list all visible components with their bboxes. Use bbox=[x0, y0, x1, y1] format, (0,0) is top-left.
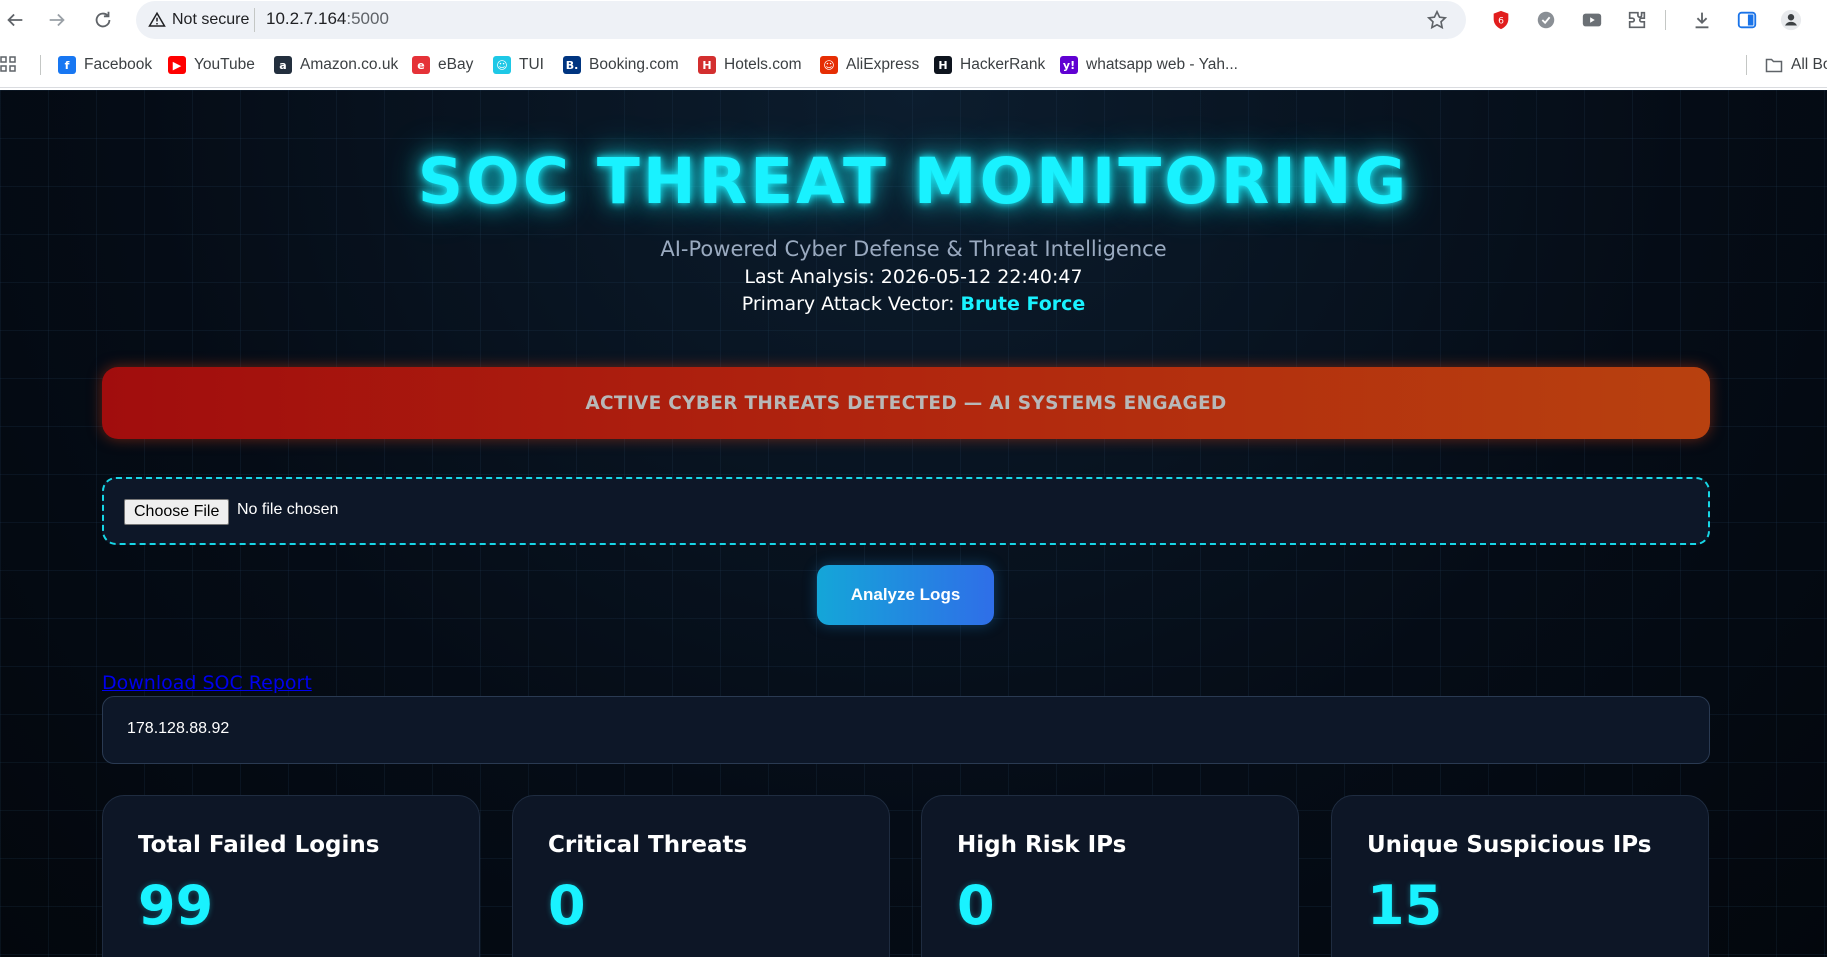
facebook-icon: f bbox=[58, 56, 76, 74]
bookmark-label: HackerRank bbox=[960, 56, 1046, 73]
alert-text: ACTIVE CYBER THREATS DETECTED — AI SYSTE… bbox=[585, 392, 1227, 414]
ebay-icon: e bbox=[412, 56, 430, 74]
bookmarks-separator bbox=[1746, 55, 1747, 75]
yahoo-icon: y! bbox=[1060, 56, 1078, 74]
bookmark-label: TUI bbox=[519, 56, 544, 73]
last-analysis-label: Last Analysis: bbox=[744, 266, 881, 288]
attack-vector-value: Brute Force bbox=[960, 293, 1086, 315]
apps-grid-icon[interactable] bbox=[0, 54, 18, 76]
bookmark-item[interactable]: ☺ TUI bbox=[493, 54, 544, 76]
ip-select[interactable]: 178.128.88.92 bbox=[102, 696, 1710, 764]
stat-label: High Risk IPs bbox=[957, 832, 1127, 858]
bookmark-item[interactable]: y! whatsapp web - Yah... bbox=[1060, 54, 1238, 76]
all-bookmarks-folder[interactable]: All Bo bbox=[1765, 54, 1827, 76]
bookmark-item[interactable]: H Hotels.com bbox=[698, 54, 802, 76]
bookmark-label: eBay bbox=[438, 56, 474, 73]
security-label: Not secure bbox=[172, 11, 250, 28]
bookmarks-bar: All Bo f Facebook ▶ YouTube a Amazon.co.uk eeB… bbox=[0, 42, 1827, 88]
choose-file-button[interactable]: Choose File bbox=[124, 499, 230, 525]
stat-card-total-failed-logins: Total Failed Logins 99 bbox=[102, 795, 480, 957]
bookmark-star-icon[interactable] bbox=[1423, 6, 1451, 34]
bookmark-label: YouTube bbox=[194, 56, 255, 73]
security-chip[interactable]: Not secure bbox=[148, 7, 249, 33]
page-subtitle: AI-Powered Cyber Defense & Threat Intell… bbox=[660, 237, 1167, 261]
stat-label: Total Failed Logins bbox=[138, 832, 380, 858]
warning-triangle-icon bbox=[148, 11, 166, 27]
log-upload-box: Choose File No file chosen bbox=[102, 477, 1710, 545]
bookmark-label: Facebook bbox=[84, 56, 153, 73]
stat-value: 99 bbox=[138, 874, 214, 937]
bookmark-label: Hotels.com bbox=[724, 56, 802, 73]
side-panel-icon[interactable] bbox=[1733, 6, 1761, 34]
extensions-puzzle-icon[interactable] bbox=[1623, 6, 1651, 34]
bookmark-item[interactable]: ☺ AliExpress bbox=[820, 54, 919, 76]
all-bookmarks-label: All Bo bbox=[1791, 56, 1827, 73]
reload-icon[interactable] bbox=[88, 5, 118, 35]
download-report-link[interactable]: Download SOC Report bbox=[102, 672, 312, 694]
shield-extension-icon[interactable]: 6 bbox=[1487, 6, 1515, 34]
stat-card-high-risk-ips: High Risk IPs 0 bbox=[921, 795, 1299, 957]
profile-avatar-icon[interactable] bbox=[1777, 6, 1805, 34]
stat-card-unique-suspicious-ips: Unique Suspicious IPs 15 bbox=[1331, 795, 1709, 957]
bookmark-item[interactable]: B. Booking.com bbox=[563, 54, 679, 76]
bookmark-item[interactable]: ▶ YouTube bbox=[168, 54, 255, 76]
video-extension-icon[interactable] bbox=[1578, 6, 1606, 34]
bookmark-item[interactable]: f Facebook bbox=[58, 54, 152, 76]
settings-extension-icon[interactable] bbox=[1532, 6, 1560, 34]
amazon-icon: a bbox=[274, 56, 292, 74]
attack-vector-label: Primary Attack Vector: bbox=[741, 293, 961, 315]
download-icon[interactable] bbox=[1688, 6, 1716, 34]
chip-divider bbox=[254, 8, 255, 32]
bookmarks-separator bbox=[40, 55, 41, 75]
url-text[interactable]: 10.2.7.164:5000 bbox=[266, 9, 389, 29]
forward-icon[interactable] bbox=[42, 5, 72, 35]
bookmark-item[interactable]: H HackerRank bbox=[934, 54, 1045, 76]
youtube-icon: ▶ bbox=[168, 56, 186, 74]
stat-value: 0 bbox=[957, 874, 995, 937]
toolbar-separator bbox=[1665, 10, 1666, 30]
stat-card-critical-threats: Critical Threats 0 bbox=[512, 795, 890, 957]
file-status: No file chosen bbox=[237, 501, 339, 518]
browser-toolbar: Not secure 10.2.7.164:5000 6 bbox=[0, 0, 1827, 42]
last-analysis-value: 2026-05-12 22:40:47 bbox=[880, 266, 1083, 288]
url-port: :5000 bbox=[346, 9, 389, 28]
bookmark-item[interactable]: e eBay bbox=[412, 54, 473, 76]
bookmark-label: Booking.com bbox=[589, 56, 679, 73]
primary-attack-vector: Primary Attack Vector: Brute Force bbox=[0, 293, 1827, 315]
svg-text:6: 6 bbox=[1498, 16, 1504, 27]
back-icon[interactable] bbox=[0, 5, 30, 35]
aliexpress-icon: ☺ bbox=[820, 56, 838, 74]
stat-value: 0 bbox=[548, 874, 586, 937]
stat-label: Critical Threats bbox=[548, 832, 748, 858]
hotels-icon: H bbox=[698, 56, 716, 74]
bookmark-item[interactable]: a Amazon.co.uk bbox=[274, 54, 398, 76]
bookmark-label: whatsapp web - Yah... bbox=[1086, 56, 1238, 73]
booking-icon: B. bbox=[563, 56, 581, 74]
stat-label: Unique Suspicious IPs bbox=[1367, 832, 1652, 858]
hackerrank-icon: H bbox=[934, 56, 952, 74]
tui-icon: ☺ bbox=[493, 56, 511, 74]
bookmark-label: AliExpress bbox=[846, 56, 920, 73]
url-host: 10.2.7.164 bbox=[266, 9, 347, 28]
stat-value: 15 bbox=[1367, 874, 1443, 937]
last-analysis: Last Analysis: 2026-05-12 22:40:47 bbox=[0, 266, 1827, 288]
analyze-logs-button[interactable]: Analyze Logs bbox=[817, 565, 994, 625]
threat-alert-banner: ACTIVE CYBER THREATS DETECTED — AI SYSTE… bbox=[102, 367, 1710, 439]
soc-dashboard-page: SOC THREAT MONITORING AI-Powered Cyber D… bbox=[0, 90, 1827, 957]
page-title: SOC THREAT MONITORING bbox=[417, 145, 1410, 218]
bookmark-label: Amazon.co.uk bbox=[300, 56, 399, 73]
folder-icon bbox=[1765, 58, 1783, 73]
